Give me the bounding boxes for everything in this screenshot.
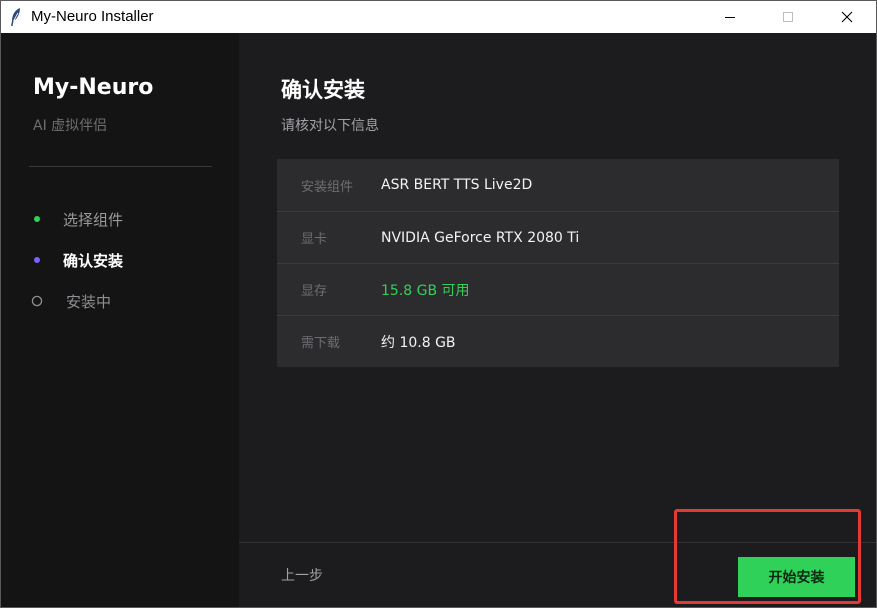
page-subtitle: 请核对以下信息 [281,118,379,134]
main-panel: 确认安装 请核对以下信息 安装组件 ASR BERT TTS Live2D 显卡… [239,33,876,607]
page-title: 确认安装 [281,78,365,102]
close-button[interactable] [818,1,876,33]
start-install-button[interactable]: 开始安装 [738,557,855,597]
summary-card: 安装组件 ASR BERT TTS Live2D 显卡 NVIDIA GeFor… [277,159,839,367]
brand-name: My-Neuro [33,75,154,100]
step-pending-circle-icon [31,295,43,307]
sidebar: My-Neuro AI 虚拟伴侣 选择组件 确认安装 安装中 [1,33,239,607]
info-value: NVIDIA GeForce RTX 2080 Ti [381,229,580,246]
maximize-button[interactable] [759,1,817,33]
info-value: ASR BERT TTS Live2D [381,177,533,193]
info-value: 约 10.8 GB [381,334,456,351]
close-icon [841,11,853,23]
back-button[interactable]: 上一步 [271,563,333,587]
info-row-vram: 显存 15.8 GB 可用 [277,263,839,315]
maximize-icon [783,12,793,22]
info-row-download-size: 需下载 约 10.8 GB [277,315,839,367]
feather-icon [11,8,20,26]
info-row-gpu: 显卡 NVIDIA GeForce RTX 2080 Ti [277,211,839,263]
info-key: 显卡 [301,232,328,247]
installer-window: My-Neuro Installer My-Neuro AI 虚拟伴侣 选择组件… [0,0,877,608]
info-key: 安装组件 [301,179,354,195]
step-confirm-install: 确认安装 [31,249,123,271]
info-value: 15.8 GB 可用 [381,282,470,299]
minimize-button[interactable] [701,1,759,33]
info-key: 需下载 [301,336,341,351]
step-done-dot-icon [31,213,43,225]
info-key: 显存 [301,284,328,299]
step-label: 选择组件 [63,210,124,229]
info-row-components: 安装组件 ASR BERT TTS Live2D [277,159,839,211]
footer-bar: 上一步 开始安装 [239,542,876,607]
sidebar-divider [29,166,212,167]
minimize-icon [725,17,735,18]
step-label: 确认安装 [63,251,124,270]
step-label: 安装中 [66,292,112,311]
step-select-components: 选择组件 [31,208,123,230]
window-title: My-Neuro Installer [31,8,154,25]
step-active-dot-icon [31,254,43,266]
step-installing: 安装中 [31,290,111,312]
brand-tagline: AI 虚拟伴侣 [33,118,108,134]
title-bar: My-Neuro Installer [1,1,876,33]
